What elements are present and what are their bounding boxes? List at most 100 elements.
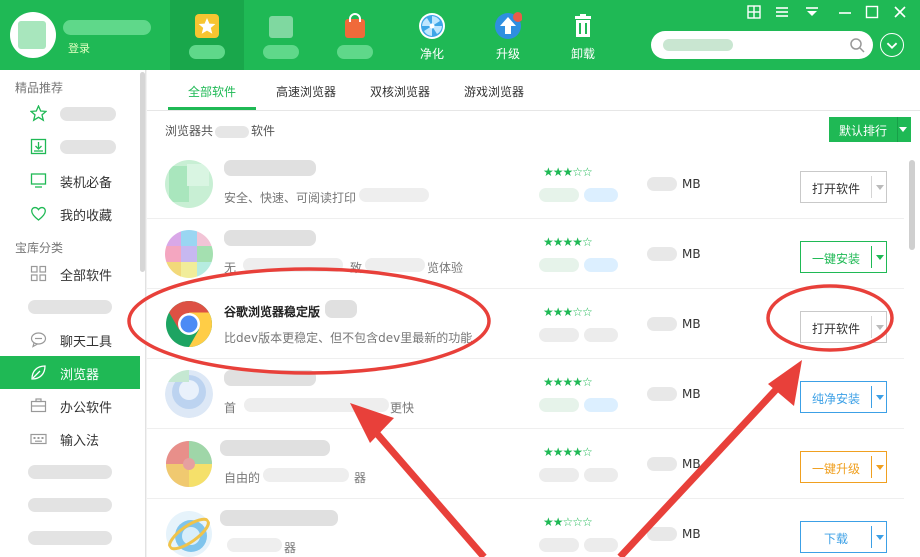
app-description: 安全、快速、可阅读打印 [224, 191, 357, 205]
nav-clean[interactable]: 净化 [395, 0, 469, 70]
sidebar-item-blurred-6[interactable] [0, 521, 140, 554]
grid-icon [30, 265, 47, 282]
count-prefix: 浏览器共 [165, 124, 214, 138]
meta-blurred [584, 468, 618, 482]
nav-label-blurred [189, 45, 225, 59]
star-outline-icon [30, 105, 47, 122]
app-icon [166, 511, 212, 557]
sidebar-label-blurred [28, 531, 112, 545]
desc-blurred [227, 538, 282, 552]
avatar[interactable] [10, 12, 56, 58]
open-software-button[interactable]: 打开软件 [800, 311, 887, 343]
sidebar-item-blurred-2[interactable] [0, 130, 140, 163]
chevron-down-icon[interactable] [876, 255, 884, 260]
size-blurred [647, 527, 677, 541]
software-row[interactable]: 安全、快速、可阅读打印 ★★★☆☆ MB 打开软件 [147, 149, 904, 219]
top-bar: 登录 净化 升级 卸载 [0, 0, 920, 70]
button-label: 纯净安装 [811, 392, 860, 406]
tab-dual-core-browser[interactable]: 双核浏览器 [370, 83, 430, 100]
app-description: 自由的 [224, 471, 261, 485]
sidebar-label: 办公软件 [60, 401, 113, 416]
nav-upgrade[interactable]: 升级 [471, 0, 545, 70]
size-unit: MB [682, 317, 701, 331]
software-row[interactable]: 无 致 览体验 ★★★★☆ MB 一键安装 [147, 219, 904, 289]
sidebar-item-chat[interactable]: 聊天工具 [0, 323, 140, 356]
sidebar-item-office[interactable]: 办公软件 [0, 389, 140, 422]
nav-label-blurred [263, 45, 299, 59]
close-icon[interactable] [893, 5, 907, 19]
button-divider [871, 456, 872, 478]
maximize-icon[interactable] [865, 5, 879, 19]
tab-all-software[interactable]: 全部软件 [188, 83, 236, 100]
chevron-down-icon[interactable] [876, 395, 884, 400]
software-row[interactable]: 首 更快 ★★★★☆ MB 纯净安装 [147, 359, 904, 429]
dropdown-icon[interactable] [805, 5, 819, 19]
app-description: 无 [224, 261, 237, 275]
nav-blurred[interactable] [244, 0, 318, 70]
sidebar-item-all-software[interactable]: 全部软件 [0, 257, 140, 290]
tab-fast-browser[interactable]: 高速浏览器 [276, 83, 336, 100]
list-scrollbar[interactable] [909, 160, 915, 250]
sidebar-item-blurred-4[interactable] [0, 455, 140, 488]
tab-game-browser[interactable]: 游戏浏览器 [464, 83, 524, 100]
sidebar-label: 输入法 [60, 434, 100, 449]
chevron-down-icon[interactable] [876, 185, 884, 190]
sidebar-item-blurred-1[interactable] [0, 97, 140, 130]
sidebar-item-blurred-3[interactable] [0, 290, 140, 323]
fan-icon [419, 13, 445, 39]
software-row[interactable]: 器 ★★☆☆☆ MB 下载 [147, 499, 904, 557]
meta-blurred [584, 328, 618, 342]
chevron-down-icon[interactable] [876, 465, 884, 470]
desc-blurred [263, 468, 349, 482]
sidebar-label: 我的收藏 [60, 209, 113, 224]
desc-blurred [359, 188, 429, 202]
open-software-button[interactable]: 打开软件 [800, 171, 887, 203]
button-divider [871, 526, 872, 548]
size-blurred [647, 177, 677, 191]
menu-icon[interactable] [775, 5, 789, 19]
minimize-icon[interactable] [838, 5, 852, 19]
app-name[interactable]: 谷歌浏览器稳定版 [224, 303, 320, 320]
skin-icon[interactable] [747, 5, 761, 19]
sidebar-item-input-method[interactable]: 输入法 [0, 422, 140, 455]
trash-icon [575, 14, 591, 37]
sidebar-scrollbar[interactable] [140, 72, 145, 272]
clean-install-button[interactable]: 纯净安装 [800, 381, 887, 413]
download-circle-icon[interactable] [880, 33, 904, 57]
sort-dropdown[interactable]: 默认排行 [829, 117, 911, 142]
nav-recommend[interactable] [170, 0, 244, 70]
app-icon [165, 160, 213, 208]
app-description-fragment: 器 [354, 471, 367, 485]
sidebar-item-blurred-5[interactable] [0, 488, 140, 521]
sidebar-item-essentials[interactable]: 装机必备 [0, 164, 140, 197]
one-click-upgrade-button[interactable]: 一键升级 [800, 451, 887, 483]
download-button[interactable]: 下载 [800, 521, 887, 553]
username-blurred [63, 20, 151, 35]
size-unit: MB [682, 387, 701, 401]
search-input[interactable] [651, 31, 873, 59]
meta-blurred [539, 538, 579, 552]
nav-store[interactable] [318, 0, 392, 70]
chevron-down-icon[interactable] [876, 325, 884, 330]
size-blurred [647, 317, 677, 331]
desc-blurred [244, 398, 389, 412]
button-divider [871, 386, 872, 408]
meta-blurred [584, 538, 618, 552]
one-click-install-button[interactable]: 一键安装 [800, 241, 887, 273]
app-description: 首 [224, 401, 237, 415]
count-number-blurred [215, 125, 250, 138]
sidebar: 精品推荐 装机必备 我的收藏 宝库分类 全部软件 聊天工具 浏览器 办公软件 输… [0, 70, 146, 557]
desc-blurred [365, 258, 425, 272]
sidebar-item-favorites[interactable]: 我的收藏 [0, 197, 140, 230]
chevron-down-icon[interactable] [876, 535, 884, 540]
software-row[interactable]: 谷歌浏览器稳定版 比dev版本更稳定、但不包含dev里最新的功能 ★★★☆☆ M… [147, 289, 904, 359]
login-link[interactable]: 登录 [68, 40, 90, 56]
download-box-icon [30, 138, 47, 155]
software-row[interactable]: 自由的 器 ★★★★☆ MB 一键升级 [147, 429, 904, 499]
button-label: 一键安装 [811, 252, 860, 266]
sidebar-item-browser[interactable]: 浏览器 [0, 356, 140, 389]
search-icon[interactable] [849, 37, 865, 53]
sidebar-label: 聊天工具 [60, 335, 113, 350]
nav-uninstall[interactable]: 卸载 [546, 0, 620, 70]
nav-label: 净化 [419, 47, 444, 61]
